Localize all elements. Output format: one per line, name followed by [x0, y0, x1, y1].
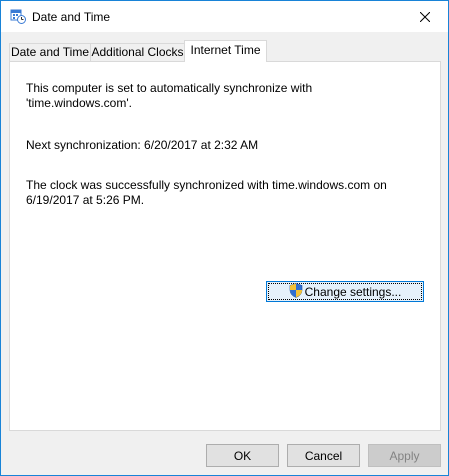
change-settings-label: Change settings... [304, 284, 402, 299]
close-icon [420, 11, 430, 22]
apply-label: Apply [389, 448, 420, 463]
ok-label: OK [233, 448, 252, 463]
window-title: Date and Time [32, 10, 111, 24]
tab-label: Additional Clocks [91, 45, 184, 59]
change-settings-button[interactable]: Change settings... [266, 281, 424, 302]
last-sync-time-line: 6/19/2017 at 5:26 PM. [26, 193, 145, 207]
cancel-label: Cancel [304, 448, 343, 463]
close-button[interactable] [402, 1, 448, 32]
tab-additional-clocks[interactable]: Additional Clocks [90, 43, 185, 61]
sync-server-line: 'time.windows.com'. [26, 96, 132, 110]
internet-time-panel: This computer is set to automatically sy… [9, 61, 441, 431]
last-sync-line: The clock was successfully synchronized … [26, 178, 387, 192]
next-sync-text: Next synchronization: 6/20/2017 at 2:32 … [26, 138, 426, 153]
uac-shield-icon [289, 282, 303, 301]
tab-label: Internet Time [190, 43, 261, 57]
tab-internet-time[interactable]: Internet Time [184, 40, 267, 62]
cancel-button[interactable]: Cancel [287, 444, 360, 467]
tab-label: Date and Time [10, 45, 90, 59]
last-sync-result-text: The clock was successfully synchronized … [26, 178, 426, 208]
sync-status-line: This computer is set to automatically sy… [26, 81, 313, 95]
ok-button[interactable]: OK [206, 444, 279, 467]
date-time-dialog: Date and Time Date and Time Additional C… [0, 0, 449, 476]
tab-date-and-time[interactable]: Date and Time [9, 43, 91, 61]
title-bar[interactable]: Date and Time [1, 1, 448, 32]
sync-status-text: This computer is set to automatically sy… [26, 81, 426, 111]
date-time-icon [10, 8, 26, 24]
change-settings-content: Change settings... [289, 282, 402, 301]
apply-button[interactable]: Apply [368, 444, 441, 467]
next-sync-line: Next synchronization: 6/20/2017 at 2:32 … [26, 138, 259, 152]
